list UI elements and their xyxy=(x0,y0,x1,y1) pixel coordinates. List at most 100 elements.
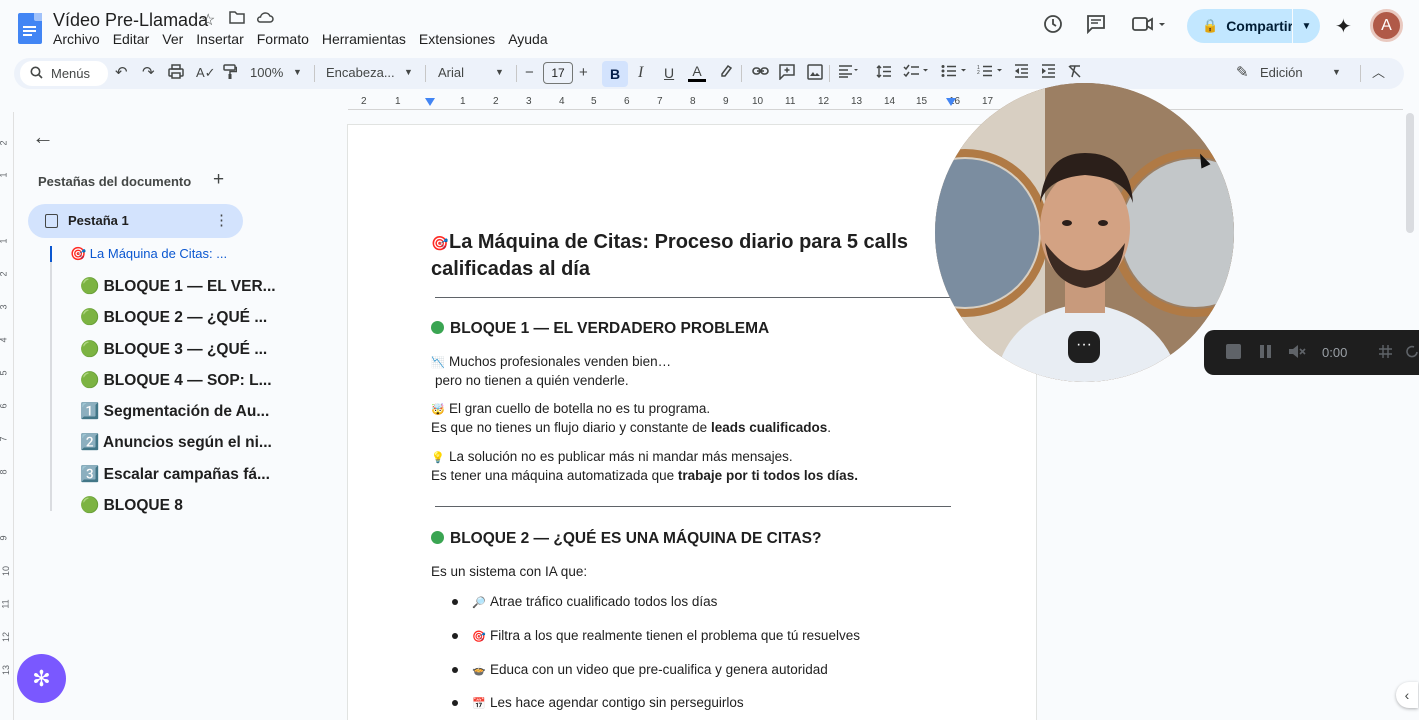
add-comment-icon[interactable] xyxy=(779,64,795,85)
bold-button[interactable]: B xyxy=(602,61,628,87)
zoom-chevron-down-icon[interactable]: ▼ xyxy=(293,67,302,77)
outline-item-title[interactable]: 🎯 La Máquina de Citas: ... xyxy=(70,246,227,262)
recording-timer: 0:00 xyxy=(1322,345,1348,360)
align-left-icon[interactable] xyxy=(838,64,858,83)
outline-item-bloque-3[interactable]: 🟢 BLOQUE 3 — ¿QUÉ ... xyxy=(80,340,267,359)
underline-button[interactable]: U xyxy=(664,64,674,82)
outline-item-segmentacion[interactable]: 1️⃣ Segmentación de Au... xyxy=(80,402,269,421)
list-item[interactable]: 🔎 Atrae tráfico cualificado todos los día… xyxy=(452,594,717,609)
spellcheck-icon[interactable]: A✓ xyxy=(196,64,216,82)
redo-icon[interactable]: ↷ xyxy=(142,64,155,82)
search-menus-input[interactable]: Menús xyxy=(20,61,108,86)
outline-item-anuncios[interactable]: 2️⃣ Anuncios según el ni... xyxy=(80,433,272,452)
restart-icon[interactable] xyxy=(1406,344,1419,359)
vertical-scrollbar[interactable] xyxy=(1406,113,1414,233)
menu-editar[interactable]: Editar xyxy=(113,31,156,47)
menu-insertar[interactable]: Insertar xyxy=(196,31,250,47)
insert-link-icon[interactable] xyxy=(752,64,769,83)
ruler-tick: 4 xyxy=(0,337,9,342)
ruler-tick: 9 xyxy=(0,535,9,540)
font-select[interactable]: Arial xyxy=(438,65,464,80)
version-history-icon[interactable] xyxy=(1043,14,1063,40)
decrease-font-size-icon[interactable]: − xyxy=(525,64,534,82)
vertical-ruler[interactable]: 2 1 1 2 3 4 5 6 7 8 9 10 11 12 13 xyxy=(0,112,14,720)
horizontal-rule xyxy=(435,506,951,507)
menu-ayuda[interactable]: Ayuda xyxy=(508,31,554,47)
numbered-list-icon[interactable]: 12 xyxy=(977,64,1003,83)
left-indent-marker-icon[interactable] xyxy=(425,98,435,106)
show-side-panel-icon[interactable]: ‹ xyxy=(1396,682,1418,708)
paragraph-3[interactable]: 💡 La solución no es publicar más ni manda… xyxy=(431,448,858,484)
outline-item-bloque-8[interactable]: 🟢 BLOQUE 8 xyxy=(80,496,183,515)
webcam-options-button[interactable]: ··· xyxy=(1068,331,1100,363)
horizontal-ruler[interactable]: 2 1 1 2 3 4 5 6 7 8 9 10 11 12 13 14 15 … xyxy=(348,94,1403,110)
collapse-menus-icon[interactable]: ︿ xyxy=(1372,64,1385,82)
paragraph-style-select[interactable]: Encabeza... xyxy=(326,65,395,80)
outline-item-bloque-1[interactable]: 🟢 BLOQUE 1 — EL VER... xyxy=(80,277,276,296)
menu-herramientas[interactable]: Herramientas xyxy=(322,31,413,47)
decrease-indent-icon[interactable] xyxy=(1014,64,1029,83)
bulleted-list-icon[interactable] xyxy=(941,64,967,83)
menu-extensiones[interactable]: Extensiones xyxy=(419,31,502,47)
block-2-heading[interactable]: BLOQUE 2 — ¿QUÉ ES UNA MÁQUINA DE CITAS? xyxy=(431,530,821,548)
recorder-launcher-button[interactable]: ✻ xyxy=(17,654,66,703)
document-heading[interactable]: 🎯La Máquina de Citas: Proceso diario par… xyxy=(431,229,931,282)
increase-font-size-icon[interactable]: + xyxy=(579,64,588,82)
mute-icon[interactable] xyxy=(1288,344,1306,359)
meet-video-icon[interactable] xyxy=(1132,14,1166,40)
style-chevron-down-icon[interactable]: ▼ xyxy=(404,67,413,77)
tab-pestana-1[interactable]: Pestaña 1 ⋮ xyxy=(28,204,243,238)
highlight-color-icon[interactable] xyxy=(719,64,733,84)
font-chevron-down-icon[interactable]: ▼ xyxy=(495,67,504,77)
more-options-icon[interactable]: ⋮ xyxy=(214,211,229,229)
paragraph-4[interactable]: Es un sistema con IA que: xyxy=(431,563,587,580)
menu-formato[interactable]: Formato xyxy=(257,31,316,47)
back-arrow-icon[interactable]: ← xyxy=(32,124,54,150)
document-title[interactable]: Vídeo Pre-Llamada xyxy=(53,10,208,31)
print-icon[interactable] xyxy=(168,64,184,84)
clear-formatting-icon[interactable] xyxy=(1067,64,1082,83)
settings-gear-icon: ✻ xyxy=(32,666,51,691)
stop-icon[interactable] xyxy=(1226,344,1241,359)
list-item[interactable]: 🎯 Filtra a los que realmente tienen el pr… xyxy=(452,628,860,643)
paragraph-1[interactable]: 📉 Muchos profesionales venden bien… pero … xyxy=(431,353,671,389)
document-page[interactable]: 🎯La Máquina de Citas: Proceso diario par… xyxy=(347,124,1037,720)
add-tab-icon[interactable]: + xyxy=(213,169,224,191)
undo-icon[interactable]: ↶ xyxy=(115,64,128,82)
editing-mode-select[interactable]: Edición xyxy=(1260,65,1303,80)
share-button[interactable]: 🔒 Compartir ▼ xyxy=(1187,9,1320,43)
italic-button[interactable]: I xyxy=(638,64,643,82)
mode-chevron-down-icon[interactable]: ▼ xyxy=(1332,67,1341,77)
cloud-status-icon[interactable] xyxy=(256,10,274,29)
magnifier-icon: 🔎 xyxy=(472,597,486,609)
grid-icon[interactable] xyxy=(1378,344,1393,359)
menu-ver[interactable]: Ver xyxy=(162,31,190,47)
pause-icon[interactable] xyxy=(1258,344,1273,359)
menu-archivo[interactable]: Archivo xyxy=(53,31,106,47)
insert-image-icon[interactable] xyxy=(807,64,823,85)
ruler-tick: 10 xyxy=(752,96,764,107)
outline-item-bloque-4[interactable]: 🟢 BLOQUE 4 — SOP: L... xyxy=(80,371,272,390)
docs-logo-icon[interactable] xyxy=(18,13,42,44)
outline-item-bloque-2[interactable]: 🟢 BLOQUE 2 — ¿QUÉ ... xyxy=(80,308,267,327)
font-size-input[interactable]: 17 xyxy=(543,62,573,84)
list-item[interactable]: 📅 Les hace agendar contigo sin perseguirl… xyxy=(452,695,744,710)
star-icon[interactable]: ☆ xyxy=(201,10,215,30)
gemini-icon[interactable]: ✦ xyxy=(1335,14,1352,39)
paint-format-icon[interactable] xyxy=(223,64,238,85)
move-folder-icon[interactable] xyxy=(229,10,245,29)
list-item[interactable]: 🍲 Educa con un video que pre-cualifica y … xyxy=(452,662,828,677)
outline-item-escalar[interactable]: 3️⃣ Escalar campañas fá... xyxy=(80,465,270,484)
zoom-select[interactable]: 100% xyxy=(250,65,283,80)
green-circle-icon xyxy=(431,321,444,334)
p2-line-2b: leads cualificados xyxy=(710,420,828,435)
share-dropdown-icon[interactable]: ▼ xyxy=(1292,9,1320,43)
increase-indent-icon[interactable] xyxy=(1041,64,1056,83)
comments-icon[interactable] xyxy=(1086,14,1106,40)
checklist-icon[interactable] xyxy=(903,64,929,83)
block-1-heading[interactable]: BLOQUE 1 — EL VERDADERO PROBLEMA xyxy=(431,320,769,338)
text-color-button[interactable]: A xyxy=(688,64,706,82)
paragraph-2[interactable]: 🤯 El gran cuello de botella no es tu prog… xyxy=(431,400,831,436)
avatar[interactable]: A xyxy=(1370,9,1403,42)
line-spacing-icon[interactable] xyxy=(876,64,892,84)
